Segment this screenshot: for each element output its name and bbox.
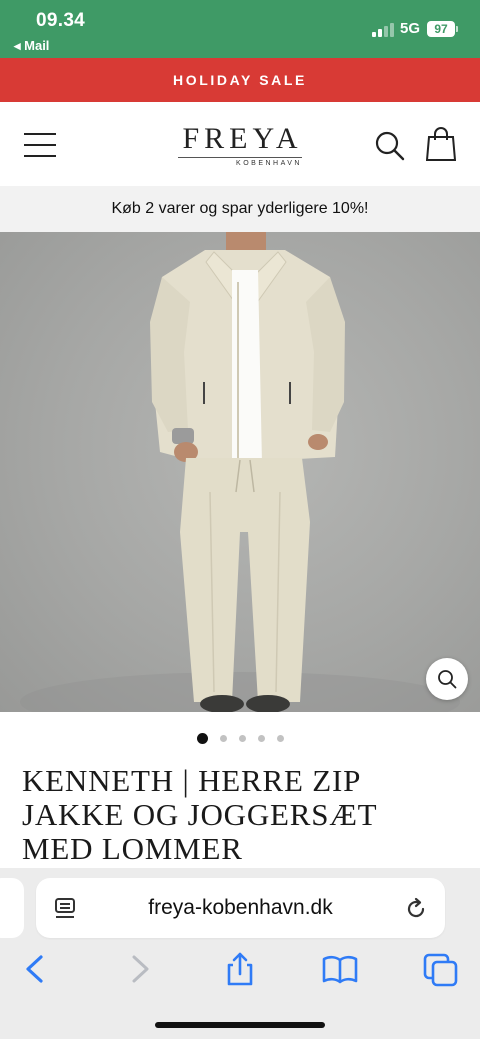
home-indicator[interactable]: [155, 1022, 325, 1028]
network-type: 5G: [400, 20, 421, 37]
shopping-bag-icon[interactable]: [425, 126, 457, 162]
carousel-dot[interactable]: [196, 733, 208, 744]
promo-banner[interactable]: HOLIDAY SALE: [0, 58, 480, 102]
back-to-mail-link[interactable]: ◂ Mail: [14, 38, 49, 54]
page-format-icon[interactable]: [54, 897, 78, 921]
battery-tip: [456, 26, 458, 32]
search-icon[interactable]: [374, 130, 406, 162]
zoom-icon[interactable]: [426, 658, 468, 700]
store-logo[interactable]: FREYA KOBENHAVN: [170, 122, 310, 168]
carousel-dot[interactable]: [238, 735, 246, 742]
address-text[interactable]: freya-kobenhavn.dk: [36, 878, 445, 938]
site-header: FREYA KOBENHAVN: [0, 102, 480, 186]
logo-wordmark: FREYA: [182, 122, 303, 155]
hamburger-icon[interactable]: [24, 133, 56, 157]
carousel-dot[interactable]: [276, 735, 284, 742]
share-icon[interactable]: [220, 950, 260, 990]
chevron-right-icon[interactable]: [120, 950, 160, 990]
product-title: KENNETH | HERRE ZIP JAKKE OG JOGGERSÆT M…: [22, 764, 462, 866]
carousel-dot[interactable]: [219, 735, 227, 742]
status-time: 09.34: [36, 10, 86, 31]
chevron-left-icon[interactable]: [16, 950, 56, 990]
previous-tab-preview[interactable]: [0, 878, 24, 938]
carousel-dots: [0, 728, 480, 744]
offer-bar: Køb 2 varer og spar yderligere 10%!: [0, 186, 480, 232]
tabs-icon[interactable]: [422, 950, 462, 990]
battery-icon: 97: [427, 21, 455, 37]
book-icon[interactable]: [320, 950, 360, 990]
address-bar[interactable]: freya-kobenhavn.dk: [36, 878, 445, 938]
reload-icon[interactable]: [404, 897, 428, 921]
product-title-line: MED LOMMER: [22, 831, 243, 866]
product-title-line: JAKKE OG JOGGERSÆT: [22, 797, 378, 832]
carousel-dot[interactable]: [257, 735, 265, 742]
logo-rule: [178, 157, 302, 158]
product-image[interactable]: [0, 232, 480, 712]
product-title-line: KENNETH | HERRE ZIP: [22, 763, 362, 798]
cellular-signal-icon: [372, 23, 394, 37]
logo-subtext: KOBENHAVN: [236, 160, 302, 167]
status-bar: 09.34 ◂ Mail 5G 97: [0, 0, 480, 58]
